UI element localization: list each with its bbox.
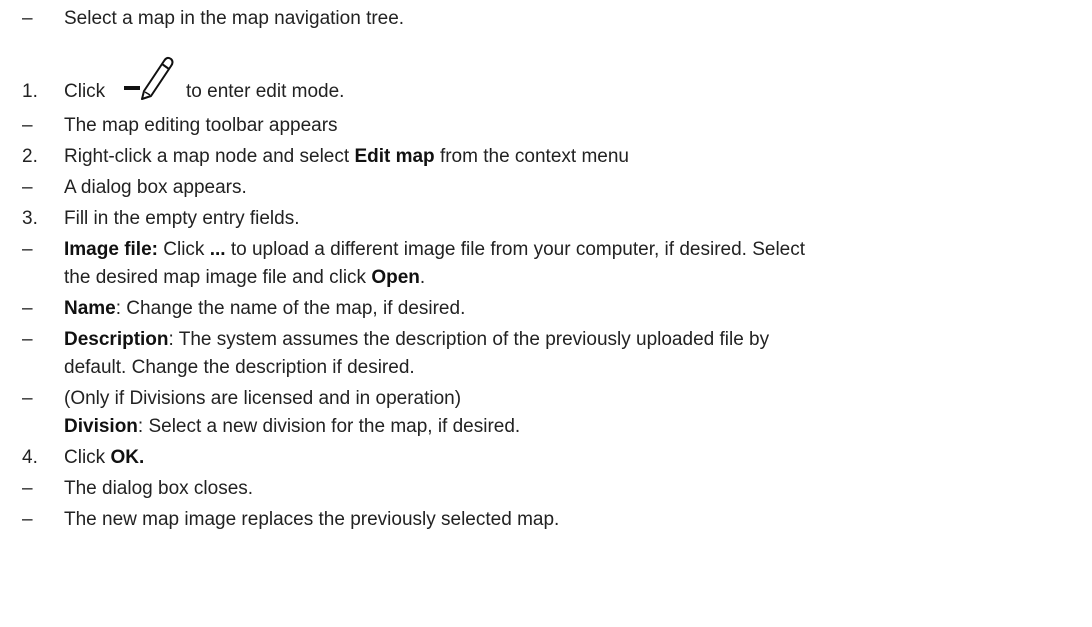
item-text: to upload a different image file from yo… <box>225 239 806 260</box>
item-text: A dialog box appears. <box>64 177 247 198</box>
pencil-edit-icon <box>124 56 174 100</box>
dash-marker: – <box>22 115 33 136</box>
step-text: from the context menu <box>434 146 629 167</box>
dash-marker: – <box>22 177 33 198</box>
open-term: Open <box>371 267 420 288</box>
item-text: the desired map image file and click <box>64 267 372 288</box>
item-text: : The system assumes the description of … <box>168 329 770 350</box>
item-text: The dialog box closes. <box>64 478 254 499</box>
step-text: Fill in the empty entry fields. <box>64 208 300 229</box>
dash-marker: – <box>22 478 33 499</box>
item-text: Select a map in the map navigation tree. <box>64 8 405 29</box>
item-text: . <box>419 267 426 288</box>
ok-term: OK. <box>110 447 145 468</box>
name-term: Name <box>64 298 116 319</box>
step-text: Right-click a map node and select <box>64 146 355 167</box>
ellipsis-term: ... <box>209 239 226 260</box>
step-text-suffix: to enter edit mode. <box>186 81 345 102</box>
item-text: : Select a new division for the map, if … <box>137 416 521 437</box>
step-number: 4. <box>22 447 38 468</box>
dash-marker: – <box>22 8 33 29</box>
edit-map-term: Edit map <box>354 146 435 167</box>
dash-marker: – <box>22 388 33 409</box>
step-text: Click <box>64 447 111 468</box>
description-term: Description <box>64 329 169 350</box>
item-text: The new map image replaces the previousl… <box>64 509 560 530</box>
step-number: 2. <box>22 146 38 167</box>
step-text-prefix: Click <box>64 81 106 102</box>
division-term: Division <box>64 416 138 437</box>
step-number: 1. <box>22 81 38 102</box>
dash-marker: – <box>22 298 33 319</box>
step-number: 3. <box>22 208 38 229</box>
item-text: : Change the name of the map, if desired… <box>115 298 466 319</box>
image-file-term: Image file: <box>64 239 158 260</box>
dash-marker: – <box>22 329 33 350</box>
dash-marker: – <box>22 239 33 260</box>
dash-marker: – <box>22 509 33 530</box>
item-text: default. Change the description if desir… <box>64 357 415 378</box>
item-text: Click <box>157 239 210 260</box>
item-text: The map editing toolbar appears <box>64 115 338 136</box>
item-text: (Only if Divisions are licensed and in o… <box>64 388 462 409</box>
